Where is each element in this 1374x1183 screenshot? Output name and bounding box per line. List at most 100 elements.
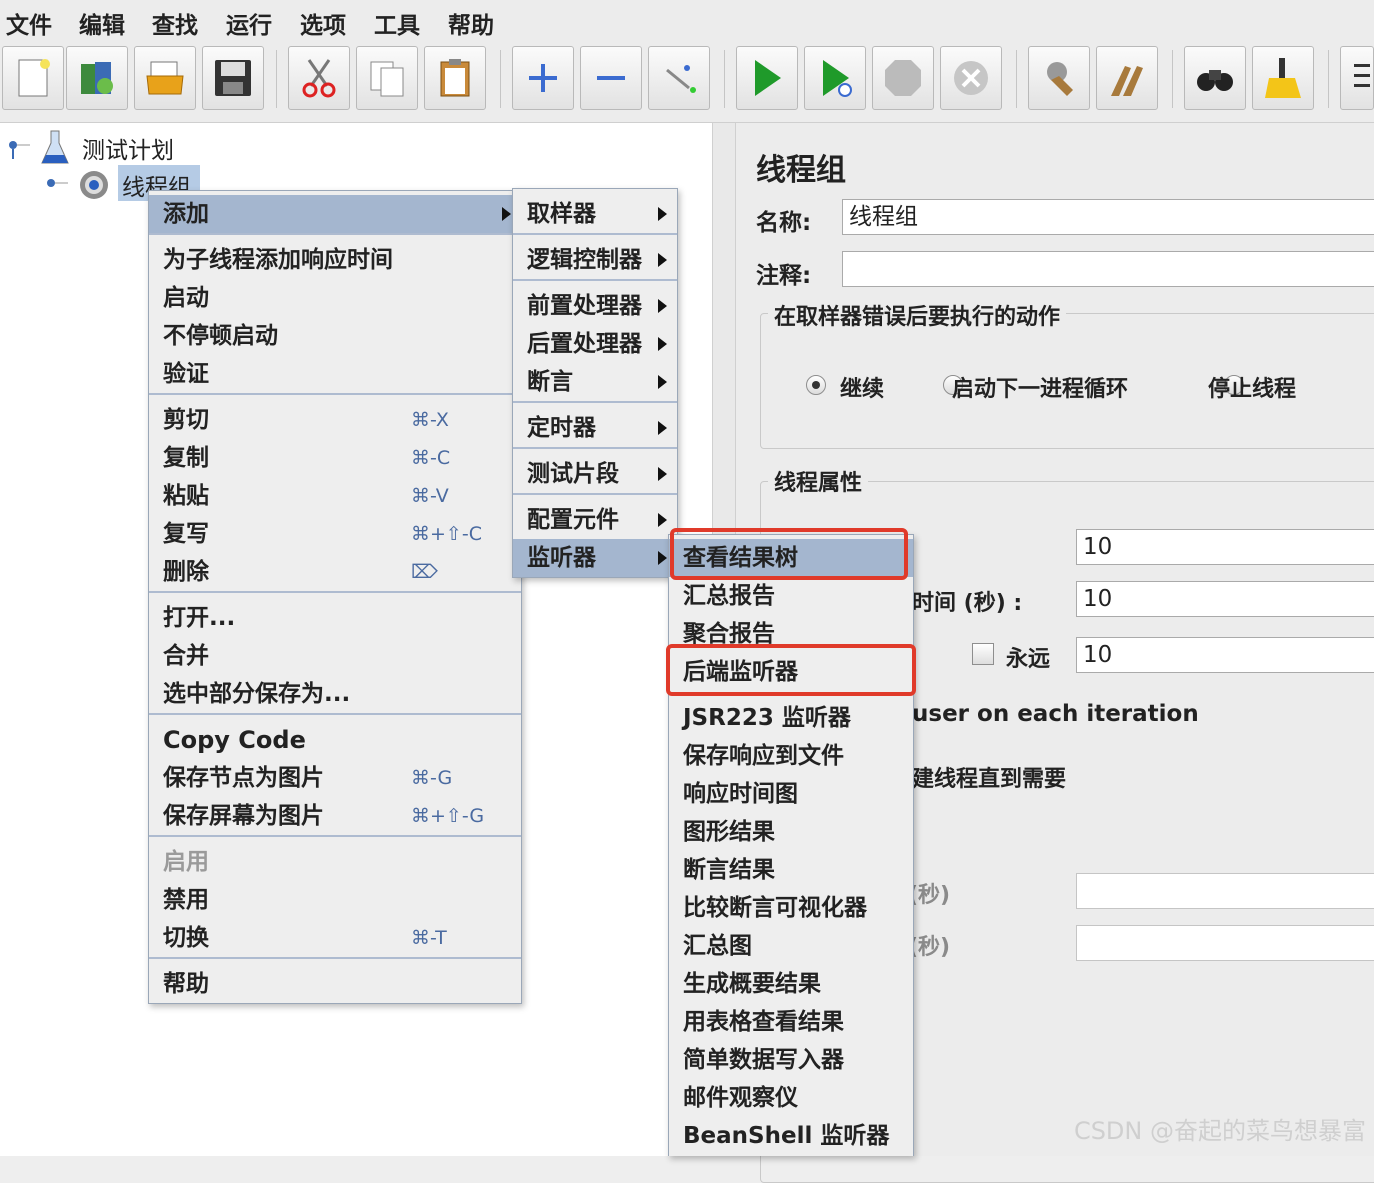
- menu-item-disable[interactable]: 禁用: [149, 881, 521, 919]
- delay-thread-creation-label: 建线程直到需要: [912, 767, 1067, 792]
- clear-all-icon[interactable]: [1096, 46, 1158, 110]
- submenu-item-listener[interactable]: 监听器: [513, 539, 677, 577]
- menu-separator: [513, 493, 677, 495]
- menu-item-cut[interactable]: 剪切 ⌘-X: [149, 401, 521, 439]
- loop-forever-checkbox[interactable]: [972, 643, 994, 665]
- menu-tools[interactable]: 工具: [374, 6, 420, 40]
- clear-icon[interactable]: [1028, 46, 1090, 110]
- menu-separator: [149, 835, 521, 837]
- startup-delay-field[interactable]: [1076, 925, 1374, 961]
- startup-delay-label: (秒): [908, 935, 951, 960]
- listener-summary-report[interactable]: 汇总报告: [669, 577, 913, 615]
- watermark: CSDN @奋起的菜鸟想暴富: [1073, 1117, 1366, 1145]
- start-icon[interactable]: [736, 46, 798, 110]
- templates-icon[interactable]: [66, 46, 128, 110]
- listener-submenu: 查看结果树 汇总报告 聚合报告 后端监听器 JSR223 监听器 保存响应到文件…: [668, 534, 914, 1156]
- search-icon[interactable]: [1184, 46, 1246, 110]
- name-field[interactable]: 线程组: [842, 199, 1374, 235]
- highlight-box: [666, 644, 916, 696]
- menu-file[interactable]: 文件: [6, 6, 52, 40]
- radio-continue-label: 继续: [840, 377, 885, 402]
- menu-edit[interactable]: 编辑: [79, 6, 125, 40]
- comment-field[interactable]: [842, 251, 1374, 287]
- save-icon[interactable]: [202, 46, 264, 110]
- context-menu: 添加 为子线程添加响应时间 启动 不停顿启动 验证 剪切 ⌘-X 复制 ⌘-C 粘贴…: [148, 190, 522, 1004]
- submenu-arrow-icon: [658, 513, 667, 527]
- expand-icon[interactable]: [512, 46, 574, 110]
- highlight-box: [670, 528, 908, 580]
- menu-item-start-no-pause[interactable]: 不停顿启动: [149, 317, 521, 355]
- collapse-icon[interactable]: [580, 46, 642, 110]
- menu-item-help[interactable]: 帮助: [149, 965, 521, 1003]
- copy-icon[interactable]: [356, 46, 418, 110]
- listener-jsr223[interactable]: JSR223 监听器: [669, 699, 913, 737]
- submenu-arrow-icon: [658, 421, 667, 435]
- ramp-up-field[interactable]: 10: [1076, 581, 1374, 617]
- submenu-item-post-processor[interactable]: 后置处理器: [513, 325, 677, 363]
- listener-graph-results[interactable]: 图形结果: [669, 813, 913, 851]
- listener-save-responses[interactable]: 保存响应到文件: [669, 737, 913, 775]
- menu-item-duplicate[interactable]: 复写 ⌘+⇧-C: [149, 515, 521, 553]
- start-no-pause-icon[interactable]: [804, 46, 866, 110]
- menu-item-start[interactable]: 启动: [149, 279, 521, 317]
- toolbar: [0, 42, 1374, 123]
- menu-item-add-think-times[interactable]: 为子线程添加响应时间: [149, 241, 521, 279]
- submenu-item-test-fragment[interactable]: 测试片段: [513, 455, 677, 493]
- threads-field[interactable]: 10: [1076, 529, 1374, 565]
- submenu-item-logic-controller[interactable]: 逻辑控制器: [513, 241, 677, 279]
- menu-item-delete[interactable]: 删除 ⌦: [149, 553, 521, 591]
- cut-icon[interactable]: [288, 46, 350, 110]
- submenu-item-config-element[interactable]: 配置元件: [513, 501, 677, 539]
- toggle-icon[interactable]: [648, 46, 710, 110]
- shortcut: ⌘-C: [411, 447, 451, 469]
- menu-item-save-screen-image[interactable]: 保存屏幕为图片 ⌘+⇧-G: [149, 797, 521, 835]
- submenu-arrow-icon: [658, 299, 667, 313]
- shortcut: ⌘-V: [411, 485, 449, 507]
- menu-item-copy-code[interactable]: Copy Code: [149, 721, 521, 759]
- menu-search[interactable]: 查找: [152, 6, 198, 40]
- submenu-item-pre-processor[interactable]: 前置处理器: [513, 287, 677, 325]
- menu-run[interactable]: 运行: [226, 6, 272, 40]
- loop-count-field[interactable]: 10: [1076, 637, 1374, 673]
- menu-item-save-node-image[interactable]: 保存节点为图片 ⌘-G: [149, 759, 521, 797]
- shortcut: ⌘+⇧-G: [411, 805, 485, 827]
- stop-icon[interactable]: [872, 46, 934, 110]
- submenu-item-timer[interactable]: 定时器: [513, 409, 677, 447]
- duration-field[interactable]: [1076, 873, 1374, 909]
- menu-item-add[interactable]: 添加: [149, 195, 521, 233]
- listener-mailer-visualizer[interactable]: 邮件观察仪: [669, 1079, 913, 1117]
- reset-search-icon[interactable]: [1252, 46, 1314, 110]
- submenu-item-listener-label: 监听器: [527, 545, 596, 571]
- open-icon[interactable]: [134, 46, 196, 110]
- tree-node-test-plan[interactable]: 测试计划: [82, 131, 174, 165]
- menu-separator: [149, 233, 521, 235]
- listener-view-results-table[interactable]: 用表格查看结果: [669, 1003, 913, 1041]
- listener-response-time-graph[interactable]: 响应时间图: [669, 775, 913, 813]
- menu-separator: [149, 393, 521, 395]
- listener-simple-data-writer[interactable]: 简单数据写入器: [669, 1041, 913, 1079]
- menu-item-toggle[interactable]: 切换 ⌘-T: [149, 919, 521, 957]
- submenu-item-logic-controller-label: 逻辑控制器: [527, 247, 642, 273]
- shutdown-icon[interactable]: [940, 46, 1002, 110]
- listener-generate-summary-results[interactable]: 生成概要结果: [669, 965, 913, 1003]
- menu-options[interactable]: 选项: [300, 6, 346, 40]
- submenu-item-assertion[interactable]: 断言: [513, 363, 677, 401]
- menu-help[interactable]: 帮助: [448, 6, 494, 40]
- tree-expand-handle[interactable]: [6, 137, 34, 161]
- function-helper-icon[interactable]: [1340, 46, 1374, 110]
- new-icon[interactable]: [2, 46, 64, 110]
- tree-expand-handle[interactable]: [44, 175, 70, 193]
- listener-beanshell[interactable]: BeanShell 监听器: [669, 1117, 913, 1155]
- radio-continue[interactable]: [806, 375, 826, 395]
- listener-assertion-results[interactable]: 断言结果: [669, 851, 913, 889]
- menu-item-open[interactable]: 打开...: [149, 599, 521, 637]
- menu-item-validate[interactable]: 验证: [149, 355, 521, 393]
- menu-item-paste[interactable]: 粘贴 ⌘-V: [149, 477, 521, 515]
- listener-comparison-assertion-visualizer[interactable]: 比较断言可视化器: [669, 889, 913, 927]
- listener-aggregate-graph[interactable]: 汇总图: [669, 927, 913, 965]
- menu-item-merge[interactable]: 合并: [149, 637, 521, 675]
- menu-item-save-selection-as[interactable]: 选中部分保存为...: [149, 675, 521, 713]
- menu-item-copy[interactable]: 复制 ⌘-C: [149, 439, 521, 477]
- paste-icon[interactable]: [424, 46, 486, 110]
- submenu-item-sampler[interactable]: 取样器: [513, 195, 677, 233]
